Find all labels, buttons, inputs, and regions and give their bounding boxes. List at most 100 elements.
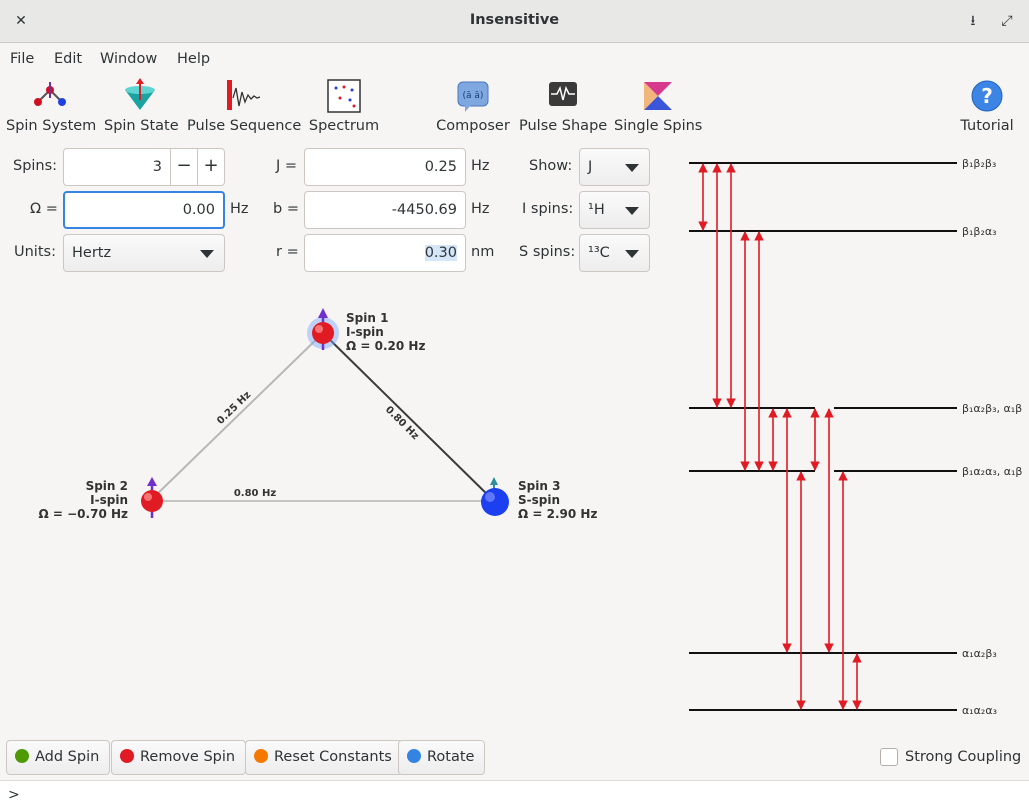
ispins-dropdown[interactable]: ¹H [579, 191, 650, 229]
b-field[interactable]: -4450.69 [304, 191, 466, 229]
level-label-3: β₁α₂β₃, α₁β [962, 402, 1022, 415]
strong-coupling-checkbox[interactable] [880, 748, 898, 766]
menu-bar: File Edit Window Help [0, 43, 1029, 75]
spectrum-button[interactable]: Spectrum [308, 78, 380, 140]
pulse-shape-icon [549, 82, 577, 106]
transition-arrows [698, 163, 862, 710]
pulse-sequence-button[interactable]: Pulse Sequence [187, 78, 302, 140]
spins-label: Spins: [13, 158, 58, 174]
command-prompt: > [8, 787, 20, 803]
show-label: Show: [529, 158, 573, 174]
add-icon [15, 749, 29, 763]
chevron-down-icon [625, 250, 639, 258]
rotate-icon [407, 749, 421, 763]
chevron-down-icon [200, 250, 214, 258]
spin-system-icon [34, 82, 66, 106]
sspins-label: S spins: [519, 244, 576, 260]
spin-state-label: Spin State [104, 118, 179, 134]
rotate-button[interactable]: Rotate [398, 740, 486, 775]
coupling-line-1-3 [322, 332, 496, 503]
strong-coupling-label: Strong Coupling [905, 749, 1022, 765]
show-dropdown[interactable]: J [579, 148, 650, 186]
command-line[interactable]: > [0, 780, 1029, 810]
increment-button[interactable]: + [197, 149, 224, 185]
reset-constants-button[interactable]: Reset Constants [245, 740, 403, 775]
menu-file[interactable]: File [10, 51, 34, 67]
level-label-2: β₁β₂α₃ [962, 225, 997, 238]
spins-value: 3 [152, 159, 162, 175]
composer-icon: (ā ā) [457, 81, 489, 112]
omega-field[interactable]: 0.00 [63, 191, 225, 229]
spins-stepper[interactable]: 3 − + [63, 148, 225, 186]
chevron-down-icon [625, 207, 639, 215]
spin-1-omega: Ω = 0.20 Hz [346, 339, 425, 353]
spin-2-name: Spin 2 [86, 479, 128, 493]
remove-spin-label: Remove Spin [140, 749, 236, 765]
spin-system-diagram[interactable]: 0.25 Hz 0.80 Hz 0.80 Hz Spin 1 I-spin Ω … [0, 280, 680, 740]
spin-state-button[interactable]: Spin State [104, 78, 179, 140]
spin-3-sphere[interactable] [481, 477, 509, 516]
level-label-6: α₁α₂α₃ [962, 704, 997, 717]
spin-3-name: Spin 3 [518, 479, 560, 493]
spin-3-omega: Ω = 2.90 Hz [518, 507, 597, 521]
add-spin-button[interactable]: Add Spin [6, 740, 111, 775]
energy-levels [689, 162, 957, 711]
menu-window[interactable]: Window [100, 51, 157, 67]
pulse-sequence-icon [227, 80, 261, 110]
add-spin-label: Add Spin [35, 749, 100, 765]
single-spins-icon [644, 82, 672, 110]
spin-1-name: Spin 1 [346, 311, 388, 325]
show-value: J [588, 159, 593, 175]
ispins-label: I spins: [522, 201, 574, 217]
sspins-dropdown[interactable]: ¹³C [579, 234, 650, 272]
spin-3-type: S-spin [518, 493, 560, 507]
reset-constants-label: Reset Constants [274, 749, 392, 765]
r-label: r = [276, 244, 299, 260]
level-label-5: α₁α₂β₃ [962, 647, 997, 660]
b-unit: Hz [471, 201, 490, 217]
spectrum-label: Spectrum [308, 118, 380, 134]
title-bar: ✕ Insensitive ⭳ ⤢ [0, 0, 1029, 43]
spin-2-omega: Ω = −0.70 Hz [39, 507, 128, 521]
coupling-label-2-3: 0.80 Hz [234, 488, 277, 499]
remove-icon [120, 749, 134, 763]
pulse-sequence-label: Pulse Sequence [187, 118, 302, 134]
menu-help[interactable]: Help [177, 51, 210, 67]
pulse-shape-button[interactable]: Pulse Shape [519, 78, 607, 140]
j-label: J = [276, 158, 298, 174]
units-value: Hertz [72, 245, 112, 261]
energy-level-diagram: β₁β₂β₃ β₁β₂α₃ β₁α₂β₃, α₁β β₁α₂α₃, α₁β α₁… [689, 157, 1022, 717]
tutorial-button[interactable]: ? Tutorial [952, 78, 1022, 140]
composer-button[interactable]: (ā ā) Composer [434, 78, 512, 140]
spin-1-sphere[interactable] [307, 308, 339, 350]
spin-1-type: I-spin [346, 325, 384, 339]
single-spins-label: Single Spins [614, 118, 703, 134]
spin-system-button[interactable]: Spin System [6, 78, 97, 140]
units-dropdown[interactable]: Hertz [63, 234, 225, 272]
remove-spin-button[interactable]: Remove Spin [111, 740, 247, 775]
svg-text:?: ? [981, 84, 993, 108]
composer-label: Composer [436, 118, 510, 134]
spin-2-sphere[interactable] [141, 477, 163, 518]
menu-edit[interactable]: Edit [54, 51, 82, 67]
spin-system-label: Spin System [6, 118, 97, 134]
pulse-shape-label: Pulse Shape [519, 118, 608, 134]
decrement-button[interactable]: − [170, 149, 197, 185]
omega-unit: Hz [230, 201, 249, 217]
tutorial-label: Tutorial [960, 118, 1014, 134]
spin-2-type: I-spin [90, 493, 128, 507]
minimize-icon[interactable]: ⭳ [962, 10, 984, 32]
help-icon: ? [971, 80, 1003, 112]
sspins-value: ¹³C [588, 245, 610, 261]
maximize-icon[interactable]: ⤢ [996, 10, 1018, 32]
coupling-line-1-2 [151, 332, 324, 500]
level-label-1: β₁β₂β₃ [962, 157, 996, 170]
r-field[interactable]: 0.30 [304, 234, 466, 272]
chevron-down-icon [625, 164, 639, 172]
ispins-value: ¹H [588, 202, 605, 218]
omega-label: Ω = [30, 201, 58, 217]
j-field[interactable]: 0.25 [304, 148, 466, 186]
spin-state-icon [125, 78, 155, 110]
window-title: Insensitive [469, 12, 560, 28]
single-spins-button[interactable]: Single Spins [614, 78, 702, 140]
